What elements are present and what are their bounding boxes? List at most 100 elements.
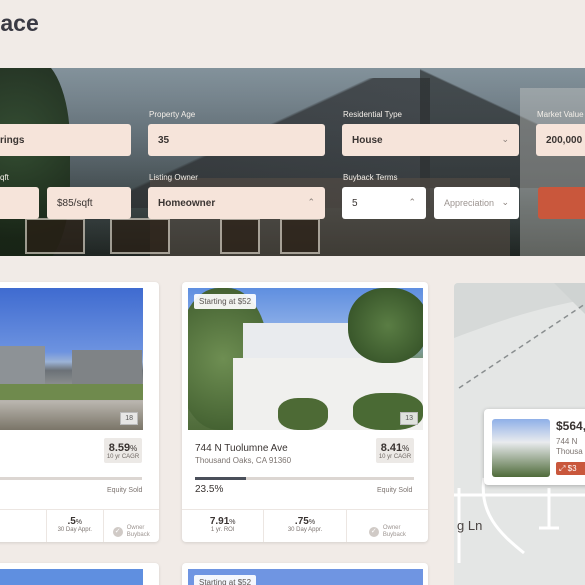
property-age-value: 35 <box>158 134 170 146</box>
page-title: lace <box>0 10 39 36</box>
cagr-badge: 8.59% 10 yr CAGR <box>104 438 142 463</box>
buyback-years-select[interactable]: 5 ⌃ <box>342 187 426 219</box>
photo-count-badge: 13 <box>400 412 418 425</box>
equity-percent: 23.5% <box>195 484 224 495</box>
photo-count-badge: 18 <box>120 412 138 425</box>
shrub <box>278 398 328 430</box>
hero-window <box>220 218 260 254</box>
sqft-price-value: $85/sqft <box>57 197 93 209</box>
sqft-min-input[interactable] <box>0 187 39 219</box>
map-road <box>481 477 525 555</box>
map-popup[interactable]: $564, 744 N Thousa ⤢ $3 <box>484 409 585 485</box>
house-shape <box>0 346 45 386</box>
owner-buyback: ✓ Owner Buyback <box>347 516 428 539</box>
stat-cell: ✓ Owner Buyback <box>104 510 160 542</box>
sqft-price-input[interactable]: $85/sqft <box>47 187 131 219</box>
owner-line1: Owner <box>382 525 401 531</box>
property-age-input[interactable]: 35 <box>148 124 325 156</box>
market-value-input[interactable]: 200,000 <box>536 124 585 156</box>
listing-card[interactable] <box>0 563 159 585</box>
property-age-label: Property Age <box>149 110 196 119</box>
equity-label: Equity Sold <box>107 487 143 494</box>
chevron-up-icon: ⌃ <box>408 197 416 207</box>
chevron-down-icon: ⌄ <box>501 197 509 207</box>
listing-stats: 7.91% 1 yr. ROI .75% 30 Day Appr. ✓ Owne… <box>182 509 428 542</box>
residential-type-value: House <box>352 134 383 146</box>
stat-cell: .75% 30 Day Appr. <box>264 510 347 542</box>
location-field[interactable]: rings <box>0 124 131 156</box>
popup-photo <box>492 419 550 477</box>
stat-cell <box>0 510 47 542</box>
owner-line2: Buyback <box>382 532 406 538</box>
equity-bar <box>195 477 414 480</box>
stat-value: .75 <box>294 516 309 527</box>
stat-unit: % <box>75 519 83 526</box>
popup-tag-value: $3 <box>567 464 577 473</box>
cagr-value: 8.59 <box>108 442 131 454</box>
buyback-years-value: 5 <box>352 197 358 209</box>
appreciation-placeholder: Appreciation <box>444 198 495 208</box>
cagr-badge: 8.41% 10 yr CAGR <box>376 438 414 463</box>
cagr-value: 8.41 <box>380 442 403 454</box>
map-street-label: g Ln <box>457 518 483 533</box>
cagr-unit: % <box>130 444 138 453</box>
cagr-label: 10 yr CAGR <box>378 454 412 460</box>
starting-price-badge: Starting at $52 <box>194 294 257 309</box>
check-icon: ✓ <box>368 527 379 537</box>
filter-hero <box>0 68 585 256</box>
equity-label: Equity Sold <box>377 487 413 494</box>
residential-type-select[interactable]: House ⌄ <box>342 124 519 156</box>
hero-window <box>280 218 320 254</box>
listing-card[interactable]: Starting at $52 13 744 N Tuolumne Ave Th… <box>182 282 428 542</box>
stat-cell: ✓ Owner Buyback <box>347 510 428 542</box>
check-icon: ✓ <box>112 527 123 537</box>
listing-photo[interactable]: 18 <box>0 288 143 430</box>
stat-label: 30 Day Appr. <box>57 527 92 533</box>
cagr-unit: % <box>402 444 410 453</box>
listing-card[interactable]: Starting at $52 <box>182 563 428 585</box>
stat-unit: % <box>229 519 236 526</box>
chevron-up-icon: ⌃ <box>307 197 315 207</box>
market-value-value: 200,000 <box>546 134 583 146</box>
listing-photo[interactable] <box>0 569 143 585</box>
stat-cell: .5% 30 Day Appr. <box>47 510 104 542</box>
cagr-label: 10 yr CAGR <box>106 454 140 460</box>
buyback-terms-label: Buyback Terms <box>343 173 398 182</box>
chevron-down-icon: ⌄ <box>501 134 509 144</box>
stat-cell: 7.91% 1 yr. ROI <box>182 510 265 542</box>
search-button[interactable] <box>538 187 585 219</box>
popup-price-tag[interactable]: ⤢ $3 <box>556 462 585 475</box>
stat-label: 1 yr. ROI <box>210 527 235 533</box>
equity-bar <box>0 477 142 480</box>
popup-address: 744 N <box>556 437 578 446</box>
hero-window <box>25 218 85 254</box>
location-value: rings <box>0 134 25 146</box>
listing-photo[interactable]: Starting at $52 13 <box>188 288 423 430</box>
stat-value: 7.91 <box>209 516 230 527</box>
listing-photo[interactable]: Starting at $52 <box>188 569 423 585</box>
stat-label: 30 Day Appr. <box>287 527 323 533</box>
listing-owner-label: Listing Owner <box>149 173 198 182</box>
house-shape <box>72 350 142 388</box>
popup-city: Thousa <box>556 447 583 456</box>
starting-price-badge: Starting at $52 <box>194 575 257 585</box>
listing-owner-select[interactable]: Homeowner ⌃ <box>148 187 325 219</box>
stat-unit: % <box>308 519 316 526</box>
listing-card[interactable]: 18 8.59% 10 yr CAGR Equity Sold .5% 30 D… <box>0 282 159 542</box>
listing-stats: .5% 30 Day Appr. ✓ Owner Buyback <box>0 509 159 542</box>
appreciation-select[interactable]: Appreciation ⌄ <box>434 187 519 219</box>
residential-type-label: Residential Type <box>343 110 402 119</box>
listing-address[interactable]: 744 N Tuolumne Ave <box>195 443 288 454</box>
owner-line1: Owner <box>126 525 145 531</box>
owner-buyback: ✓ Owner Buyback <box>104 516 160 539</box>
expand-icon: ⤢ <box>559 464 566 473</box>
lawn <box>0 384 143 400</box>
listing-owner-value: Homeowner <box>158 197 216 209</box>
owner-line2: Buyback <box>126 532 150 538</box>
stat-value: .5 <box>67 516 76 527</box>
market-value-label: Market Value <box>537 110 584 119</box>
listing-city: Thousand Oaks, CA 91360 <box>195 456 292 465</box>
popup-price: $564, <box>556 419 585 433</box>
sqft-label: qft <box>0 173 9 182</box>
equity-bar-fill <box>195 477 247 480</box>
